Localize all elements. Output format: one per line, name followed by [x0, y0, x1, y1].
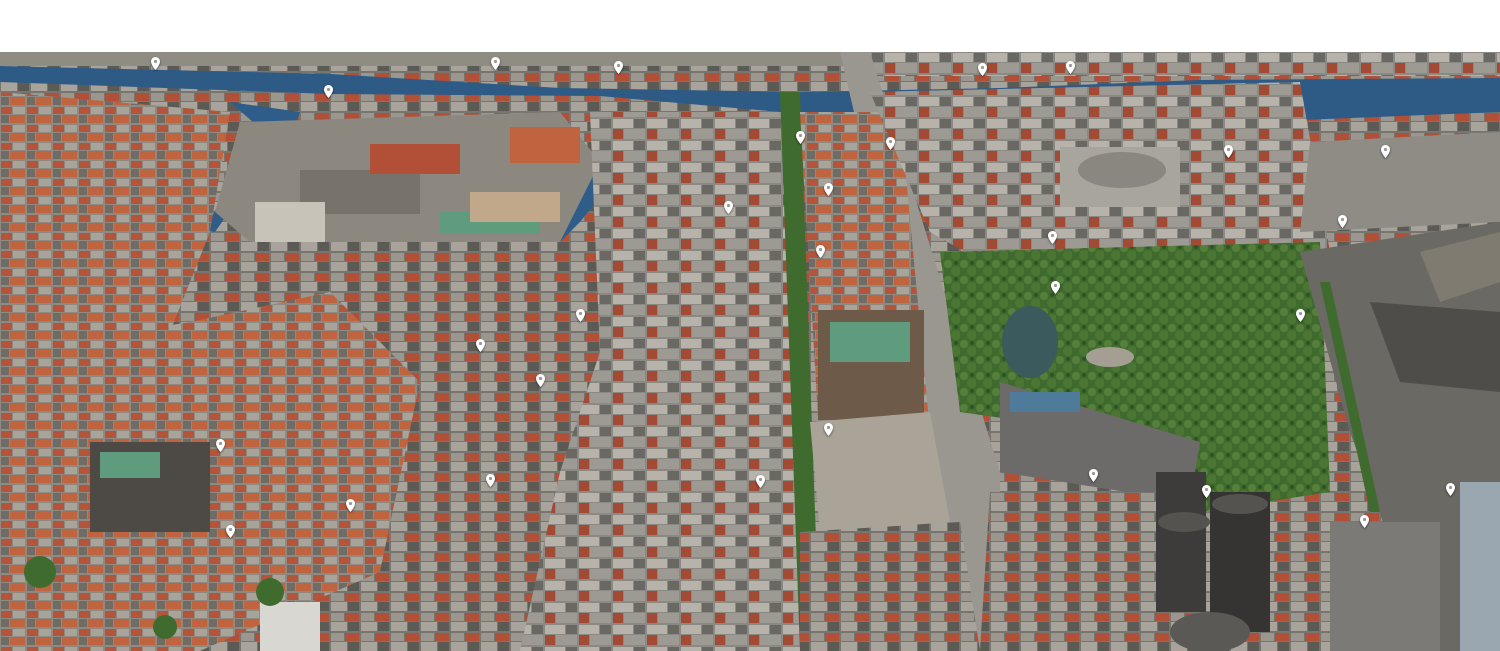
- map-pin-icon[interactable]: [885, 137, 895, 150]
- map-pin-icon[interactable]: [1088, 469, 1098, 482]
- aerial-photo: [0, 52, 1500, 651]
- map-pin-icon[interactable]: [490, 57, 500, 70]
- map-pin-icon[interactable]: [823, 423, 833, 436]
- map-pin-icon[interactable]: [723, 201, 733, 214]
- map-pin-icon[interactable]: [225, 525, 235, 538]
- map-pin-icon[interactable]: [215, 439, 225, 452]
- map-pin-icon[interactable]: [475, 339, 485, 352]
- map-pin-icon[interactable]: [1047, 231, 1057, 244]
- map-pin-icon[interactable]: [1065, 61, 1075, 74]
- map-pin-icon[interactable]: [1201, 485, 1211, 498]
- top-whitespace: [0, 0, 1500, 52]
- map-pin-icon[interactable]: [345, 499, 355, 512]
- map-pin-icon[interactable]: [815, 245, 825, 258]
- map-pin-icon[interactable]: [977, 63, 987, 76]
- map-pin-icon[interactable]: [1223, 145, 1233, 158]
- map-pin-icon[interactable]: [755, 475, 765, 488]
- map-pin-icon[interactable]: [795, 131, 805, 144]
- map-pin-icon[interactable]: [485, 474, 495, 487]
- map-pin-icon[interactable]: [150, 57, 160, 70]
- aerial-city-map[interactable]: [0, 52, 1500, 651]
- map-pin-icon[interactable]: [1050, 281, 1060, 294]
- map-pin-icon[interactable]: [535, 374, 545, 387]
- map-pin-icon[interactable]: [1337, 215, 1347, 228]
- map-pin-icon[interactable]: [1445, 483, 1455, 496]
- map-pin-icon[interactable]: [823, 183, 833, 196]
- map-pin-icon[interactable]: [1380, 145, 1390, 158]
- map-pin-icon[interactable]: [1359, 515, 1369, 528]
- map-pin-icon[interactable]: [323, 85, 333, 98]
- map-pin-icon[interactable]: [613, 61, 623, 74]
- map-pin-icon[interactable]: [575, 309, 585, 322]
- map-pin-icon[interactable]: [1295, 309, 1305, 322]
